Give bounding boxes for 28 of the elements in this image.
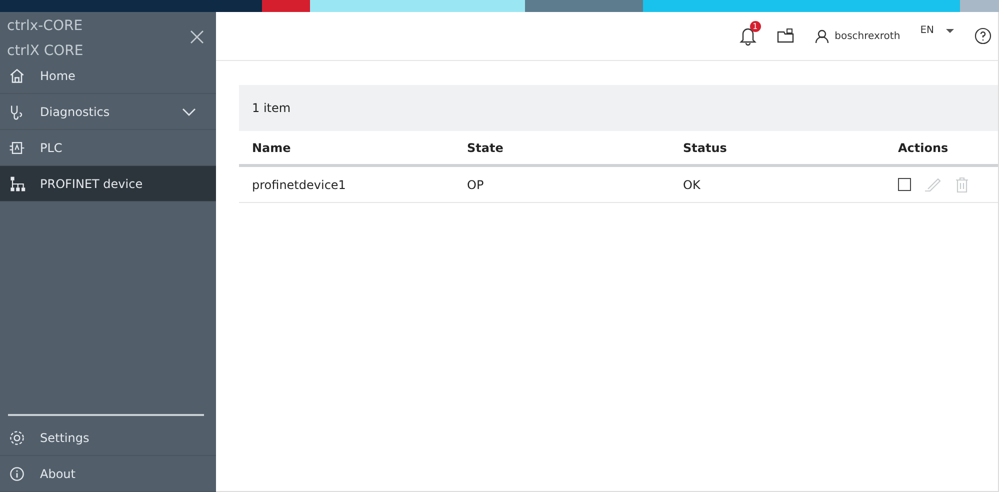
device-type: ctrlX CORE [7,42,84,61]
username[interactable]: boschrexroth [834,30,900,42]
nav-item[interactable]: Settings [0,420,216,456]
table-cell-text: OP [467,178,485,192]
device-name: ctrlx-CORE [7,17,84,36]
settings-icon [8,428,26,446]
info-icon [8,464,26,482]
folder-icon[interactable] [776,28,795,44]
table-cell-text: profinetdevice1 [252,178,347,192]
column-header: Actions [898,140,950,154]
column-header: Status [683,140,728,154]
help-icon[interactable] [974,27,992,45]
nav-item[interactable]: PROFINET device [0,166,216,202]
nav-item[interactable]: Diagnostics [0,94,216,130]
home-icon [8,66,26,84]
column-header: Name [252,140,292,154]
checkbox[interactable] [898,178,911,191]
user-icon [814,28,829,44]
nav-item[interactable]: Home [0,58,216,94]
language-dropdown[interactable]: EN [920,25,954,47]
network-icon [8,174,26,192]
nav-item[interactable]: About [0,456,216,492]
close-icon[interactable] [190,30,204,44]
caret-icon [946,27,954,35]
column-header: State [467,140,504,154]
table-cell-text: OK [683,178,702,192]
notification-badge: 1 [750,21,761,32]
item-count: 1 item [252,101,291,115]
